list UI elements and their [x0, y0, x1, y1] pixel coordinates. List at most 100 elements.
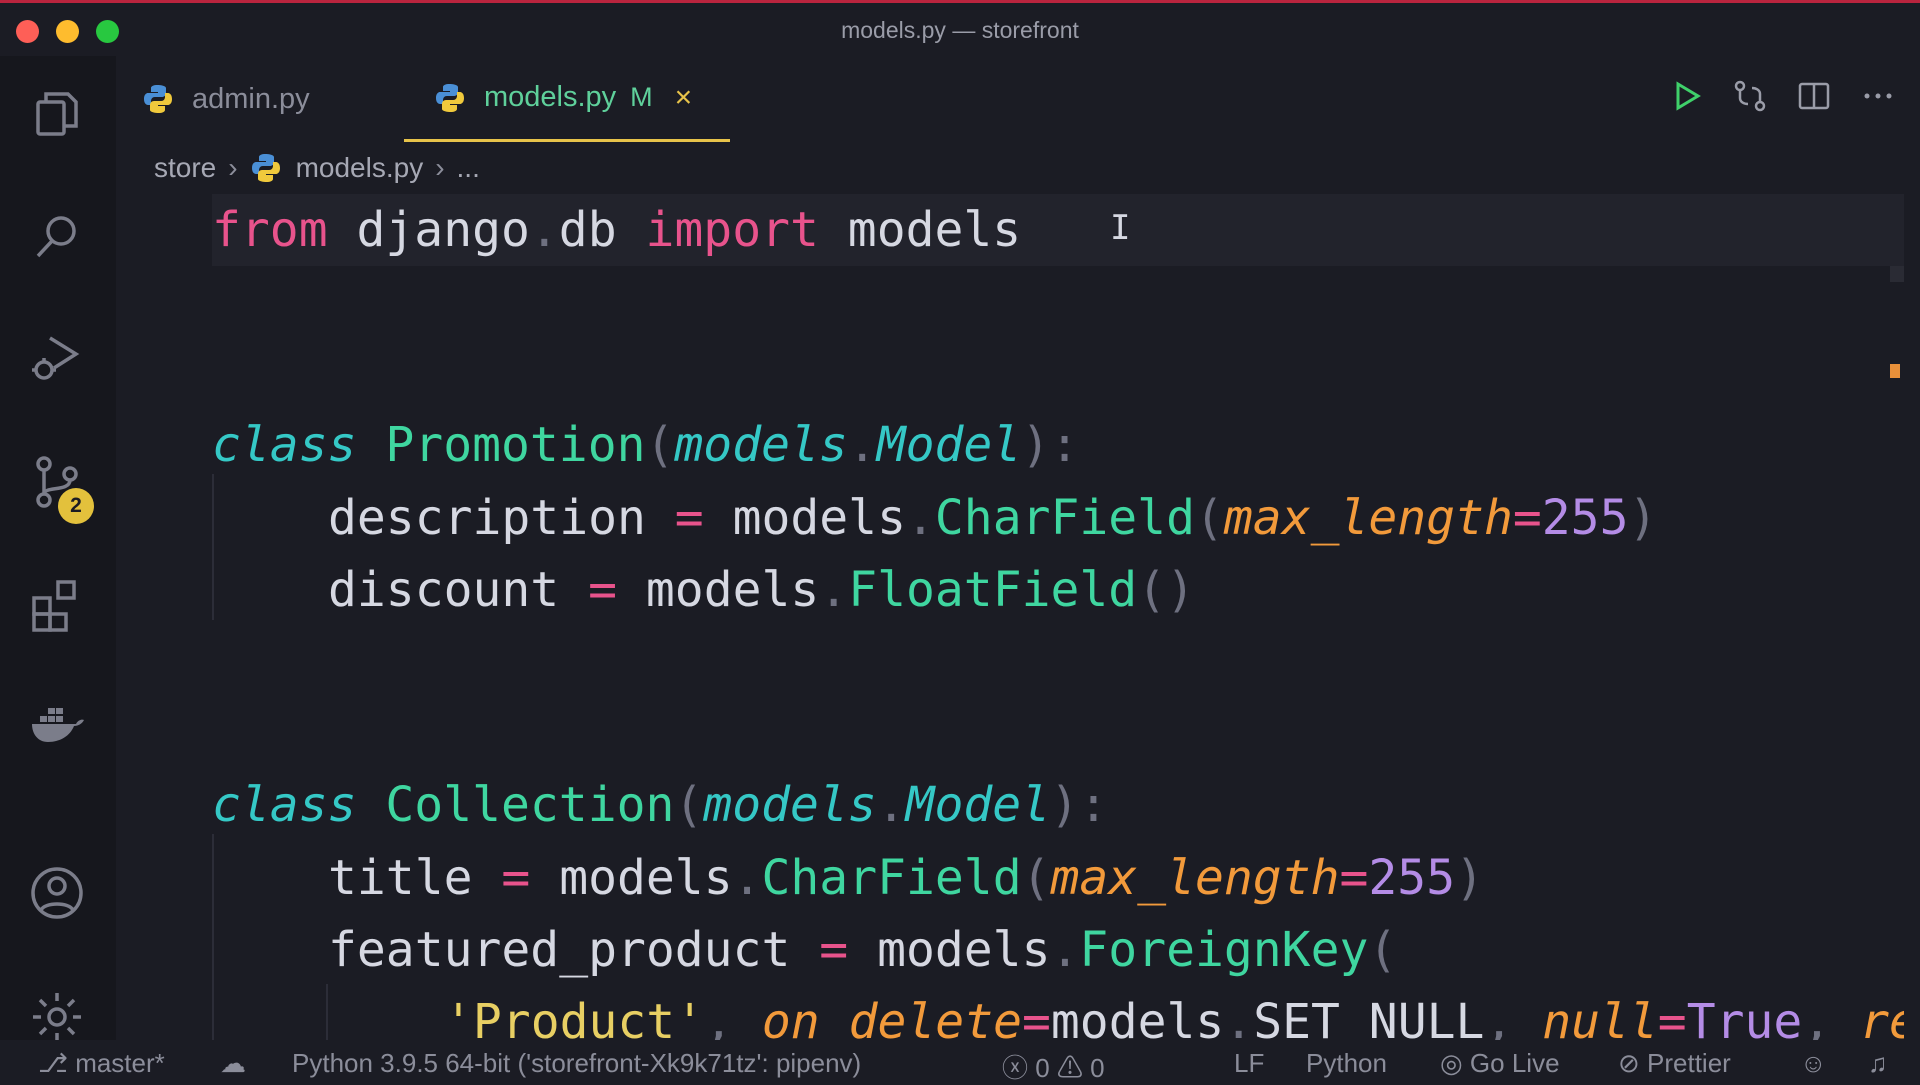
paren: (: [645, 417, 675, 473]
base-module: models: [703, 777, 877, 833]
prettier-status[interactable]: ⊘ Prettier: [1618, 1048, 1731, 1079]
string-quote: ': [675, 994, 705, 1040]
keyword: import: [645, 202, 819, 258]
search-icon[interactable]: [28, 208, 86, 266]
docker-icon[interactable]: [28, 696, 86, 754]
keyword: class: [212, 417, 357, 473]
more-actions-icon[interactable]: [1860, 78, 1896, 114]
warning-count: 0: [1090, 1053, 1105, 1083]
operator: =: [1512, 490, 1542, 546]
paren: (): [1137, 562, 1195, 618]
field-name: featured_product: [328, 922, 820, 978]
feedback-icon[interactable]: ☺: [1800, 1048, 1827, 1079]
chevron-right-icon: ›: [435, 152, 445, 183]
title-bar: models.py — storefront: [0, 0, 1920, 56]
module-name: models: [848, 922, 1051, 978]
account-icon[interactable]: [28, 864, 86, 922]
imported-name: models: [818, 202, 1022, 258]
breadcrumb: store › models.py › ...: [154, 146, 480, 190]
base-module: models: [674, 417, 848, 473]
python-interpreter[interactable]: Python 3.9.5 64-bit ('storefront-Xk9k71t…: [292, 1048, 861, 1079]
go-live-label: Go Live: [1469, 1048, 1560, 1078]
operator: =: [819, 922, 849, 978]
operator: =: [1657, 994, 1687, 1040]
chevron-right-icon: ›: [228, 152, 238, 183]
run-icon[interactable]: [1668, 78, 1704, 114]
dot: .: [819, 562, 849, 618]
go-live-button[interactable]: ◎ Go Live: [1440, 1048, 1560, 1079]
field-name: discount: [328, 562, 589, 618]
submodule-name: db: [558, 202, 646, 258]
paren: ): [1455, 850, 1484, 906]
code-line: featured_product = models.ForeignKey(: [328, 914, 1397, 986]
breadcrumb-symbol[interactable]: ...: [457, 152, 480, 184]
code-editor[interactable]: from django.db import models class Promo…: [116, 194, 1904, 1040]
operator: =: [588, 562, 617, 618]
window-title: models.py — storefront: [841, 17, 1079, 43]
paren: (: [1021, 850, 1051, 906]
broadcast-icon: ◎: [1440, 1048, 1470, 1078]
paren: (: [1194, 490, 1224, 546]
status-bar: ⎇ master* ☁ Python 3.9.5 64-bit ('storef…: [0, 1040, 1920, 1083]
breadcrumb-file[interactable]: models.py: [296, 152, 424, 184]
class-name: Promotion: [356, 417, 646, 473]
tab-models-py[interactable]: models.py M ×: [404, 56, 730, 142]
operator: =: [1022, 994, 1051, 1040]
paren: ): [1628, 490, 1658, 546]
error-count: 0: [1035, 1053, 1050, 1083]
tab-bar: admin.py models.py M ×: [116, 56, 1920, 142]
language-mode[interactable]: Python: [1306, 1048, 1387, 1079]
notifications-bell-icon[interactable]: ♫: [1868, 1048, 1888, 1079]
run-debug-icon[interactable]: [28, 328, 86, 386]
dot: .: [847, 417, 877, 473]
tab-label: models.py: [484, 81, 617, 113]
tab-admin-py[interactable]: admin.py: [142, 56, 412, 142]
prettier-icon: ⊘: [1618, 1048, 1648, 1078]
param-name: on_delete: [761, 994, 1022, 1040]
paren: (: [1368, 922, 1398, 978]
constant: SET_NULL: [1253, 994, 1485, 1040]
field-name: description: [328, 490, 675, 546]
split-editor-icon[interactable]: [1796, 78, 1832, 114]
function-name: CharField: [761, 850, 1022, 906]
comma: ,: [704, 994, 762, 1040]
sync-icon[interactable]: ☁: [220, 1048, 246, 1079]
branch-status[interactable]: ⎇ master*: [38, 1048, 165, 1079]
keyword: from: [212, 202, 328, 258]
modified-indicator: M: [630, 82, 653, 112]
code-line: description = models.CharField(max_lengt…: [328, 482, 1657, 554]
git-branch-icon: ⎇: [38, 1048, 76, 1078]
boolean-literal: True: [1686, 994, 1803, 1040]
extensions-icon[interactable]: [28, 576, 86, 634]
prettier-label: Prettier: [1647, 1048, 1731, 1078]
module-name: models: [530, 850, 733, 906]
python-file-icon: [251, 154, 280, 182]
activity-bar: 2: [0, 56, 116, 1041]
module-name: models: [617, 562, 820, 618]
number: 255: [1368, 850, 1456, 906]
source-control-badge: 2: [58, 488, 94, 524]
explorer-icon[interactable]: [28, 86, 86, 144]
param-name: re: [1860, 994, 1904, 1040]
keyword: class: [212, 777, 357, 833]
code-line: from django.db import models: [212, 194, 1904, 266]
dot: .: [1224, 994, 1254, 1040]
editor-actions: [1668, 78, 1896, 114]
compare-changes-icon[interactable]: [1732, 78, 1768, 114]
breadcrumb-folder[interactable]: store: [154, 152, 216, 184]
eol-status[interactable]: LF: [1234, 1048, 1264, 1079]
code-line: title = models.CharField(max_length=255): [328, 842, 1484, 914]
operator: =: [1339, 850, 1369, 906]
dot: .: [1050, 922, 1080, 978]
code-line: class Collection(models.Model):: [212, 769, 1108, 841]
dot: .: [905, 490, 935, 546]
paren: ):: [1021, 417, 1079, 473]
function-name: ForeignKey: [1079, 922, 1369, 978]
indent-guide: [326, 984, 328, 1040]
settings-gear-icon[interactable]: [28, 988, 86, 1046]
function-name: FloatField: [848, 562, 1138, 618]
close-tab-icon[interactable]: ×: [675, 81, 693, 115]
error-icon: ⓧ: [1002, 1053, 1036, 1083]
problems-status[interactable]: ⓧ 0 ⚠ 0: [1002, 1048, 1105, 1085]
indent-guide: [212, 834, 214, 1040]
